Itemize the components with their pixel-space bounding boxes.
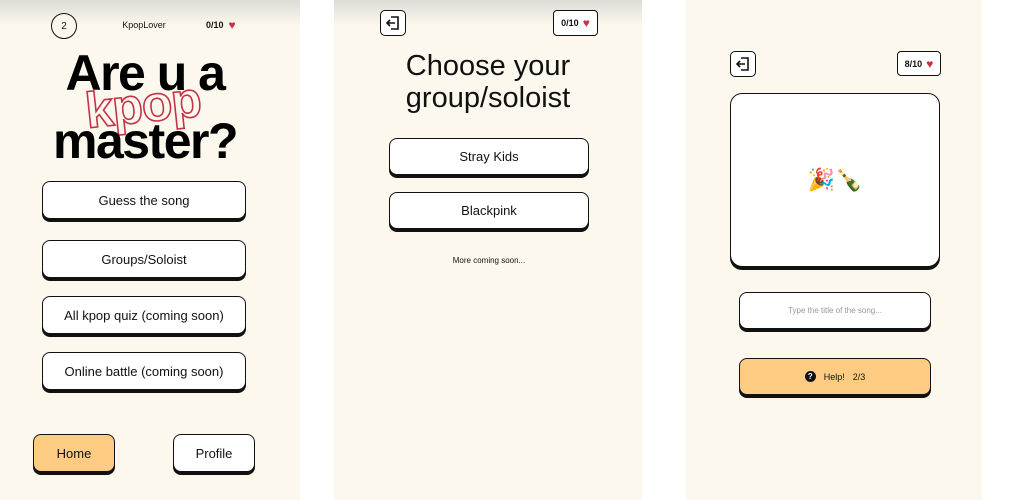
profile-nav-button[interactable]: Profile xyxy=(173,434,255,472)
help-label: Help! xyxy=(823,371,845,382)
score-display: 0/10 ♥ xyxy=(206,19,236,31)
song-title-placeholder: Type the title of the song... xyxy=(788,306,882,315)
question-icon: ? xyxy=(804,371,816,382)
online-battle-button[interactable]: Online battle (coming soon) xyxy=(42,352,246,390)
stray-kids-button[interactable]: Stray Kids xyxy=(389,138,589,175)
song-title-input[interactable]: Type the title of the song... xyxy=(739,292,931,329)
score-display: 8/10 ♥ xyxy=(897,51,941,76)
score-display: 0/10 ♥ xyxy=(553,10,598,36)
profile-nav-label: Profile xyxy=(195,445,233,461)
emoji-clue: 🎉🍾 xyxy=(807,167,863,192)
help-button[interactable]: ? Help! 2/3 xyxy=(739,358,931,395)
level-badge[interactable]: 2 xyxy=(51,13,77,39)
score-text: 0/10 xyxy=(561,18,579,28)
home-screen: 2 KpopLover 0/10 ♥ Are u a kpop master? … xyxy=(0,0,300,500)
all-kpop-quiz-button[interactable]: All kpop quiz (coming soon) xyxy=(42,296,246,334)
heart-icon: ♥ xyxy=(926,56,934,71)
home-nav-label: Home xyxy=(56,445,92,461)
page-title-line-1: Choose your xyxy=(405,50,571,82)
groups-soloist-label: Groups/Soloist xyxy=(101,251,187,267)
blackpink-button[interactable]: Blackpink xyxy=(389,192,589,229)
page-title-line-2: group/soloist xyxy=(405,82,571,114)
choose-group-screen: 0/10 ♥ Choose your group/soloist Stray K… xyxy=(334,0,642,500)
home-nav-button[interactable]: Home xyxy=(33,434,115,472)
blackpink-label: Blackpink xyxy=(461,203,517,218)
exit-button[interactable] xyxy=(730,51,756,77)
groups-soloist-button[interactable]: Groups/Soloist xyxy=(42,240,246,278)
exit-icon xyxy=(385,16,399,30)
heart-icon: ♥ xyxy=(228,18,236,32)
level-number: 2 xyxy=(61,20,67,32)
stray-kids-label: Stray Kids xyxy=(459,149,519,164)
score-text: 8/10 xyxy=(904,58,923,69)
help-count: 2/3 xyxy=(852,371,866,382)
exit-icon xyxy=(735,57,749,71)
title-line-2: master? xyxy=(52,113,239,169)
online-battle-label: Online battle (coming soon) xyxy=(64,363,224,379)
more-coming-soon-text: More coming soon... xyxy=(452,256,526,265)
guess-the-song-label: Guess the song xyxy=(98,192,190,208)
exit-button[interactable] xyxy=(380,10,406,36)
emoji-clue-card: 🎉🍾 xyxy=(730,93,940,267)
guess-the-song-button[interactable]: Guess the song xyxy=(42,181,246,219)
score-text: 0/10 xyxy=(206,20,224,30)
guess-song-screen: 8/10 ♥ 🎉🍾 Type the title of the song... … xyxy=(686,0,982,500)
username: KpopLover xyxy=(122,20,166,30)
heart-icon: ♥ xyxy=(582,16,590,30)
all-kpop-quiz-label: All kpop quiz (coming soon) xyxy=(64,307,224,323)
